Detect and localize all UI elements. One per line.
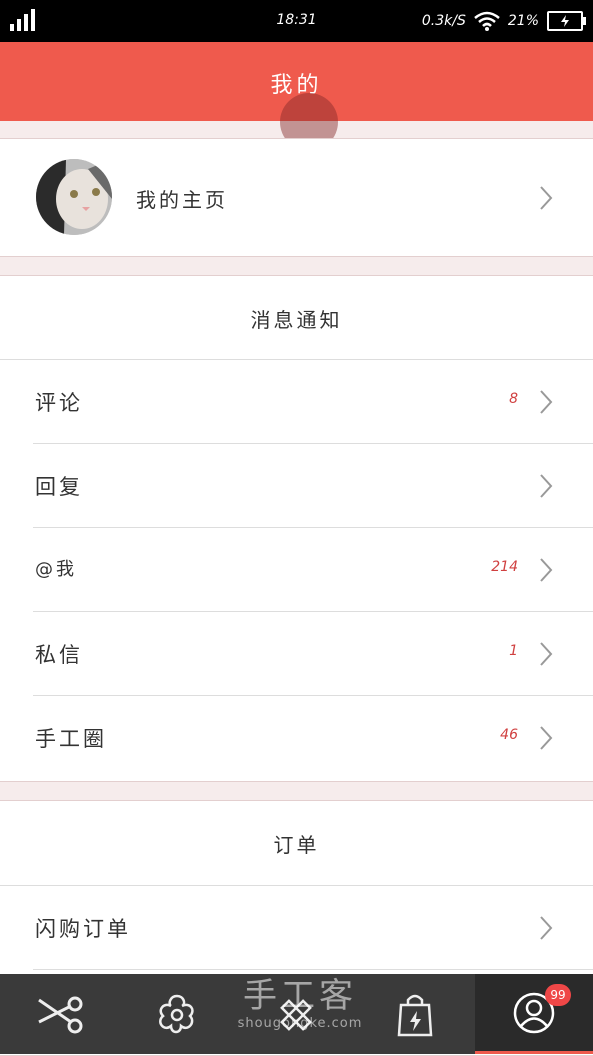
notifications-section: 消息通知 评论 8 回复 @我 214 私信 1 手工圈 46 (0, 275, 593, 782)
list-item-label: 手工圈 (35, 727, 107, 751)
list-item-label: 回复 (35, 475, 83, 499)
nav-tab-me[interactable]: 99 (475, 974, 593, 1054)
bottom-nav: 99 (0, 974, 593, 1054)
pencil-ruler-icon (280, 999, 312, 1031)
flower-icon (159, 994, 194, 1034)
divider (33, 443, 593, 444)
chevron-right-icon (540, 474, 553, 498)
nav-tab-home[interactable] (0, 974, 118, 1054)
divider (33, 969, 593, 970)
chevron-right-icon (540, 642, 553, 666)
header-bar: 我的 (0, 42, 593, 151)
shopping-bag-icon (397, 994, 433, 1037)
count-badge: 214 (491, 559, 518, 575)
avatar (36, 159, 112, 235)
wifi-icon (474, 11, 500, 31)
divider (0, 885, 593, 886)
network-speed: 0.3k/S (421, 13, 466, 29)
divider (33, 527, 593, 528)
notifications-title: 消息通知 (250, 308, 343, 332)
list-item-comments[interactable]: 评论 8 (0, 359, 593, 443)
profile-row[interactable]: 我的主页 (0, 138, 593, 257)
chevron-right-icon (540, 558, 553, 582)
divider (0, 359, 593, 360)
battery-level: 21% (507, 13, 539, 29)
list-item-mentions[interactable]: @我 214 (0, 527, 593, 611)
notification-badge: 99 (545, 984, 571, 1006)
status-bar: 18:31 0.3k/S 21% (0, 0, 593, 42)
divider (33, 611, 593, 612)
page-title: 我的 (270, 73, 323, 98)
chevron-right-icon (540, 186, 553, 210)
orders-title: 订单 (273, 833, 320, 857)
list-item-label: 闪购订单 (35, 917, 131, 941)
nav-tab-shop[interactable] (356, 974, 474, 1054)
profile-label: 我的主页 (136, 188, 228, 212)
list-item-flash-orders[interactable]: 闪购订单 (0, 885, 593, 969)
scissors-icon (38, 996, 83, 1034)
list-item-craft-circle[interactable]: 手工圈 46 (0, 695, 593, 779)
list-item-messages[interactable]: 私信 1 (0, 611, 593, 695)
chevron-right-icon (540, 916, 553, 940)
battery-icon (547, 11, 586, 31)
chevron-right-icon (540, 726, 553, 750)
nav-tab-tutorials[interactable] (237, 974, 355, 1054)
count-badge: 46 (500, 727, 518, 743)
divider (33, 695, 593, 696)
list-item-label: @我 (35, 559, 77, 580)
nav-tab-discover[interactable] (118, 974, 236, 1054)
count-badge: 1 (509, 643, 518, 659)
list-item-label: 私信 (35, 643, 83, 667)
chevron-right-icon (540, 390, 553, 414)
list-item-replies[interactable]: 回复 (0, 443, 593, 527)
list-item-label: 评论 (35, 391, 83, 415)
count-badge: 8 (509, 391, 518, 407)
